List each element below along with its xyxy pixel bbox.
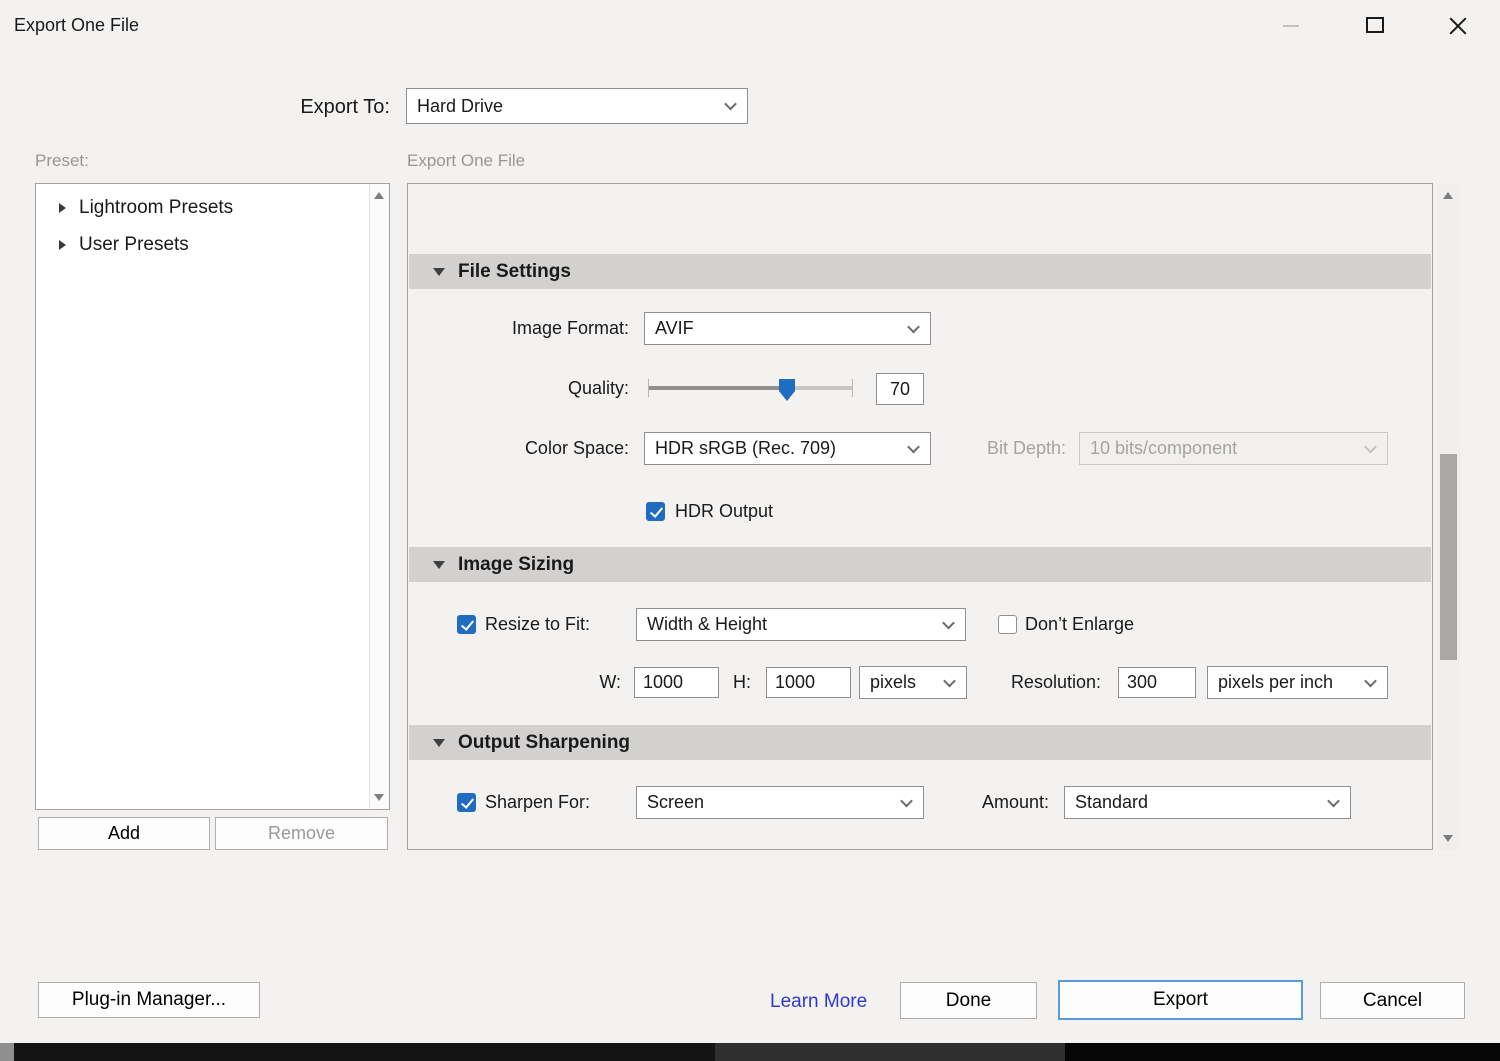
bit-depth-label: Bit Depth: bbox=[941, 432, 1066, 465]
add-preset-button[interactable]: Add bbox=[38, 817, 210, 850]
export-dialog: Export One File Export To: Hard Drive Pr… bbox=[0, 0, 1500, 1061]
section-image-sizing[interactable]: Image Sizing bbox=[409, 547, 1431, 582]
sharpen-for-label: Sharpen For: bbox=[485, 786, 590, 819]
cancel-button[interactable]: Cancel bbox=[1320, 982, 1465, 1019]
quality-slider-thumb[interactable] bbox=[779, 379, 795, 401]
sharpen-for-value: Screen bbox=[647, 792, 704, 813]
scrollbar-thumb[interactable] bbox=[1440, 454, 1457, 660]
amount-label: Amount: bbox=[974, 786, 1049, 819]
slider-tick bbox=[648, 379, 649, 397]
expand-arrow-icon bbox=[59, 203, 66, 213]
settings-scrollbar[interactable] bbox=[1437, 184, 1460, 850]
quality-label: Quality: bbox=[429, 372, 629, 405]
chevron-down-icon bbox=[1327, 794, 1340, 807]
done-button[interactable]: Done bbox=[900, 982, 1037, 1019]
chevron-down-icon bbox=[724, 98, 737, 111]
collapse-arrow-icon bbox=[433, 561, 445, 569]
dont-enlarge-label: Don’t Enlarge bbox=[1025, 608, 1134, 641]
collapse-arrow-icon bbox=[433, 268, 445, 276]
maximize-icon[interactable] bbox=[1366, 17, 1384, 33]
hdr-output-label: HDR Output bbox=[675, 495, 773, 528]
sharpen-for-select[interactable]: Screen bbox=[636, 786, 924, 819]
section-title: Image Sizing bbox=[458, 554, 574, 576]
resize-to-fit-checkbox[interactable] bbox=[457, 615, 476, 634]
export-to-select[interactable]: Hard Drive bbox=[406, 88, 748, 124]
preset-item-user[interactable]: User Presets bbox=[36, 229, 366, 261]
section-title: File Settings bbox=[458, 261, 571, 283]
image-format-label: Image Format: bbox=[429, 312, 629, 345]
amount-select[interactable]: Standard bbox=[1064, 786, 1351, 819]
resolution-input[interactable] bbox=[1118, 667, 1196, 698]
chevron-down-icon bbox=[943, 674, 956, 687]
collapse-arrow-icon bbox=[433, 739, 445, 747]
size-units-value: pixels bbox=[870, 672, 916, 693]
remove-preset-button[interactable]: Remove bbox=[215, 817, 388, 850]
section-file-settings[interactable]: File Settings bbox=[409, 254, 1431, 289]
scroll-down-icon[interactable] bbox=[374, 794, 384, 801]
color-space-label: Color Space: bbox=[429, 432, 629, 465]
color-space-value: HDR sRGB (Rec. 709) bbox=[655, 438, 836, 459]
background-segment bbox=[0, 1043, 14, 1061]
image-format-select[interactable]: AVIF bbox=[644, 312, 931, 345]
scroll-up-icon[interactable] bbox=[1443, 192, 1453, 199]
export-button[interactable]: Export bbox=[1058, 980, 1303, 1020]
height-label: H: bbox=[720, 666, 751, 699]
titlebar: Export One File bbox=[0, 0, 1500, 52]
chevron-down-icon bbox=[907, 320, 920, 333]
scroll-up-icon[interactable] bbox=[374, 192, 384, 199]
color-space-select[interactable]: HDR sRGB (Rec. 709) bbox=[644, 432, 931, 465]
image-format-value: AVIF bbox=[655, 318, 694, 339]
scroll-down-icon[interactable] bbox=[1443, 835, 1453, 842]
chevron-down-icon bbox=[907, 440, 920, 453]
close-icon[interactable] bbox=[1447, 16, 1469, 36]
chevron-down-icon bbox=[1364, 440, 1377, 453]
slider-fill bbox=[649, 386, 787, 390]
preset-item-label: Lightroom Presets bbox=[79, 197, 233, 219]
chevron-down-icon bbox=[942, 616, 955, 629]
learn-more-link[interactable]: Learn More bbox=[770, 991, 867, 1013]
preset-label: Preset: bbox=[35, 151, 89, 171]
resize-mode-value: Width & Height bbox=[647, 614, 767, 635]
chevron-down-icon bbox=[900, 794, 913, 807]
preset-list: Lightroom Presets User Presets bbox=[35, 183, 390, 810]
window-title: Export One File bbox=[14, 15, 139, 36]
export-to-value: Hard Drive bbox=[417, 96, 503, 117]
export-to-label: Export To: bbox=[180, 96, 390, 119]
slider-tick bbox=[852, 379, 853, 397]
main-panel-label: Export One File bbox=[407, 151, 525, 171]
bit-depth-value: 10 bits/component bbox=[1090, 438, 1237, 459]
size-units-select[interactable]: pixels bbox=[859, 666, 967, 699]
background-segment bbox=[715, 1043, 1065, 1061]
background-segment bbox=[1065, 1043, 1500, 1061]
resolution-units-select[interactable]: pixels per inch bbox=[1207, 666, 1388, 699]
bit-depth-select: 10 bits/component bbox=[1079, 432, 1388, 465]
export-settings-panel: File Settings Image Format: AVIF Quality… bbox=[407, 183, 1433, 850]
hdr-output-checkbox[interactable] bbox=[646, 502, 665, 521]
resolution-units-value: pixels per inch bbox=[1218, 672, 1333, 693]
amount-value: Standard bbox=[1075, 792, 1148, 813]
section-output-sharpening[interactable]: Output Sharpening bbox=[409, 725, 1431, 760]
resize-mode-select[interactable]: Width & Height bbox=[636, 608, 966, 641]
width-input[interactable] bbox=[634, 667, 719, 698]
quality-slider[interactable] bbox=[649, 386, 852, 390]
quality-input[interactable] bbox=[876, 373, 924, 405]
resolution-label: Resolution: bbox=[998, 666, 1101, 699]
plugin-manager-button[interactable]: Plug-in Manager... bbox=[38, 982, 260, 1018]
resize-to-fit-label: Resize to Fit: bbox=[485, 608, 590, 641]
chevron-down-icon bbox=[1364, 674, 1377, 687]
background-app-strip bbox=[0, 1043, 1500, 1061]
width-label: W: bbox=[586, 666, 621, 699]
minimize-icon[interactable] bbox=[1283, 25, 1299, 27]
section-title: Output Sharpening bbox=[458, 732, 630, 754]
sharpen-for-checkbox[interactable] bbox=[457, 793, 476, 812]
preset-item-lightroom[interactable]: Lightroom Presets bbox=[36, 192, 366, 224]
height-input[interactable] bbox=[766, 667, 851, 698]
preset-item-label: User Presets bbox=[79, 234, 189, 256]
dont-enlarge-checkbox[interactable] bbox=[998, 615, 1017, 634]
preset-scrollbar[interactable] bbox=[369, 184, 389, 809]
expand-arrow-icon bbox=[59, 240, 66, 250]
